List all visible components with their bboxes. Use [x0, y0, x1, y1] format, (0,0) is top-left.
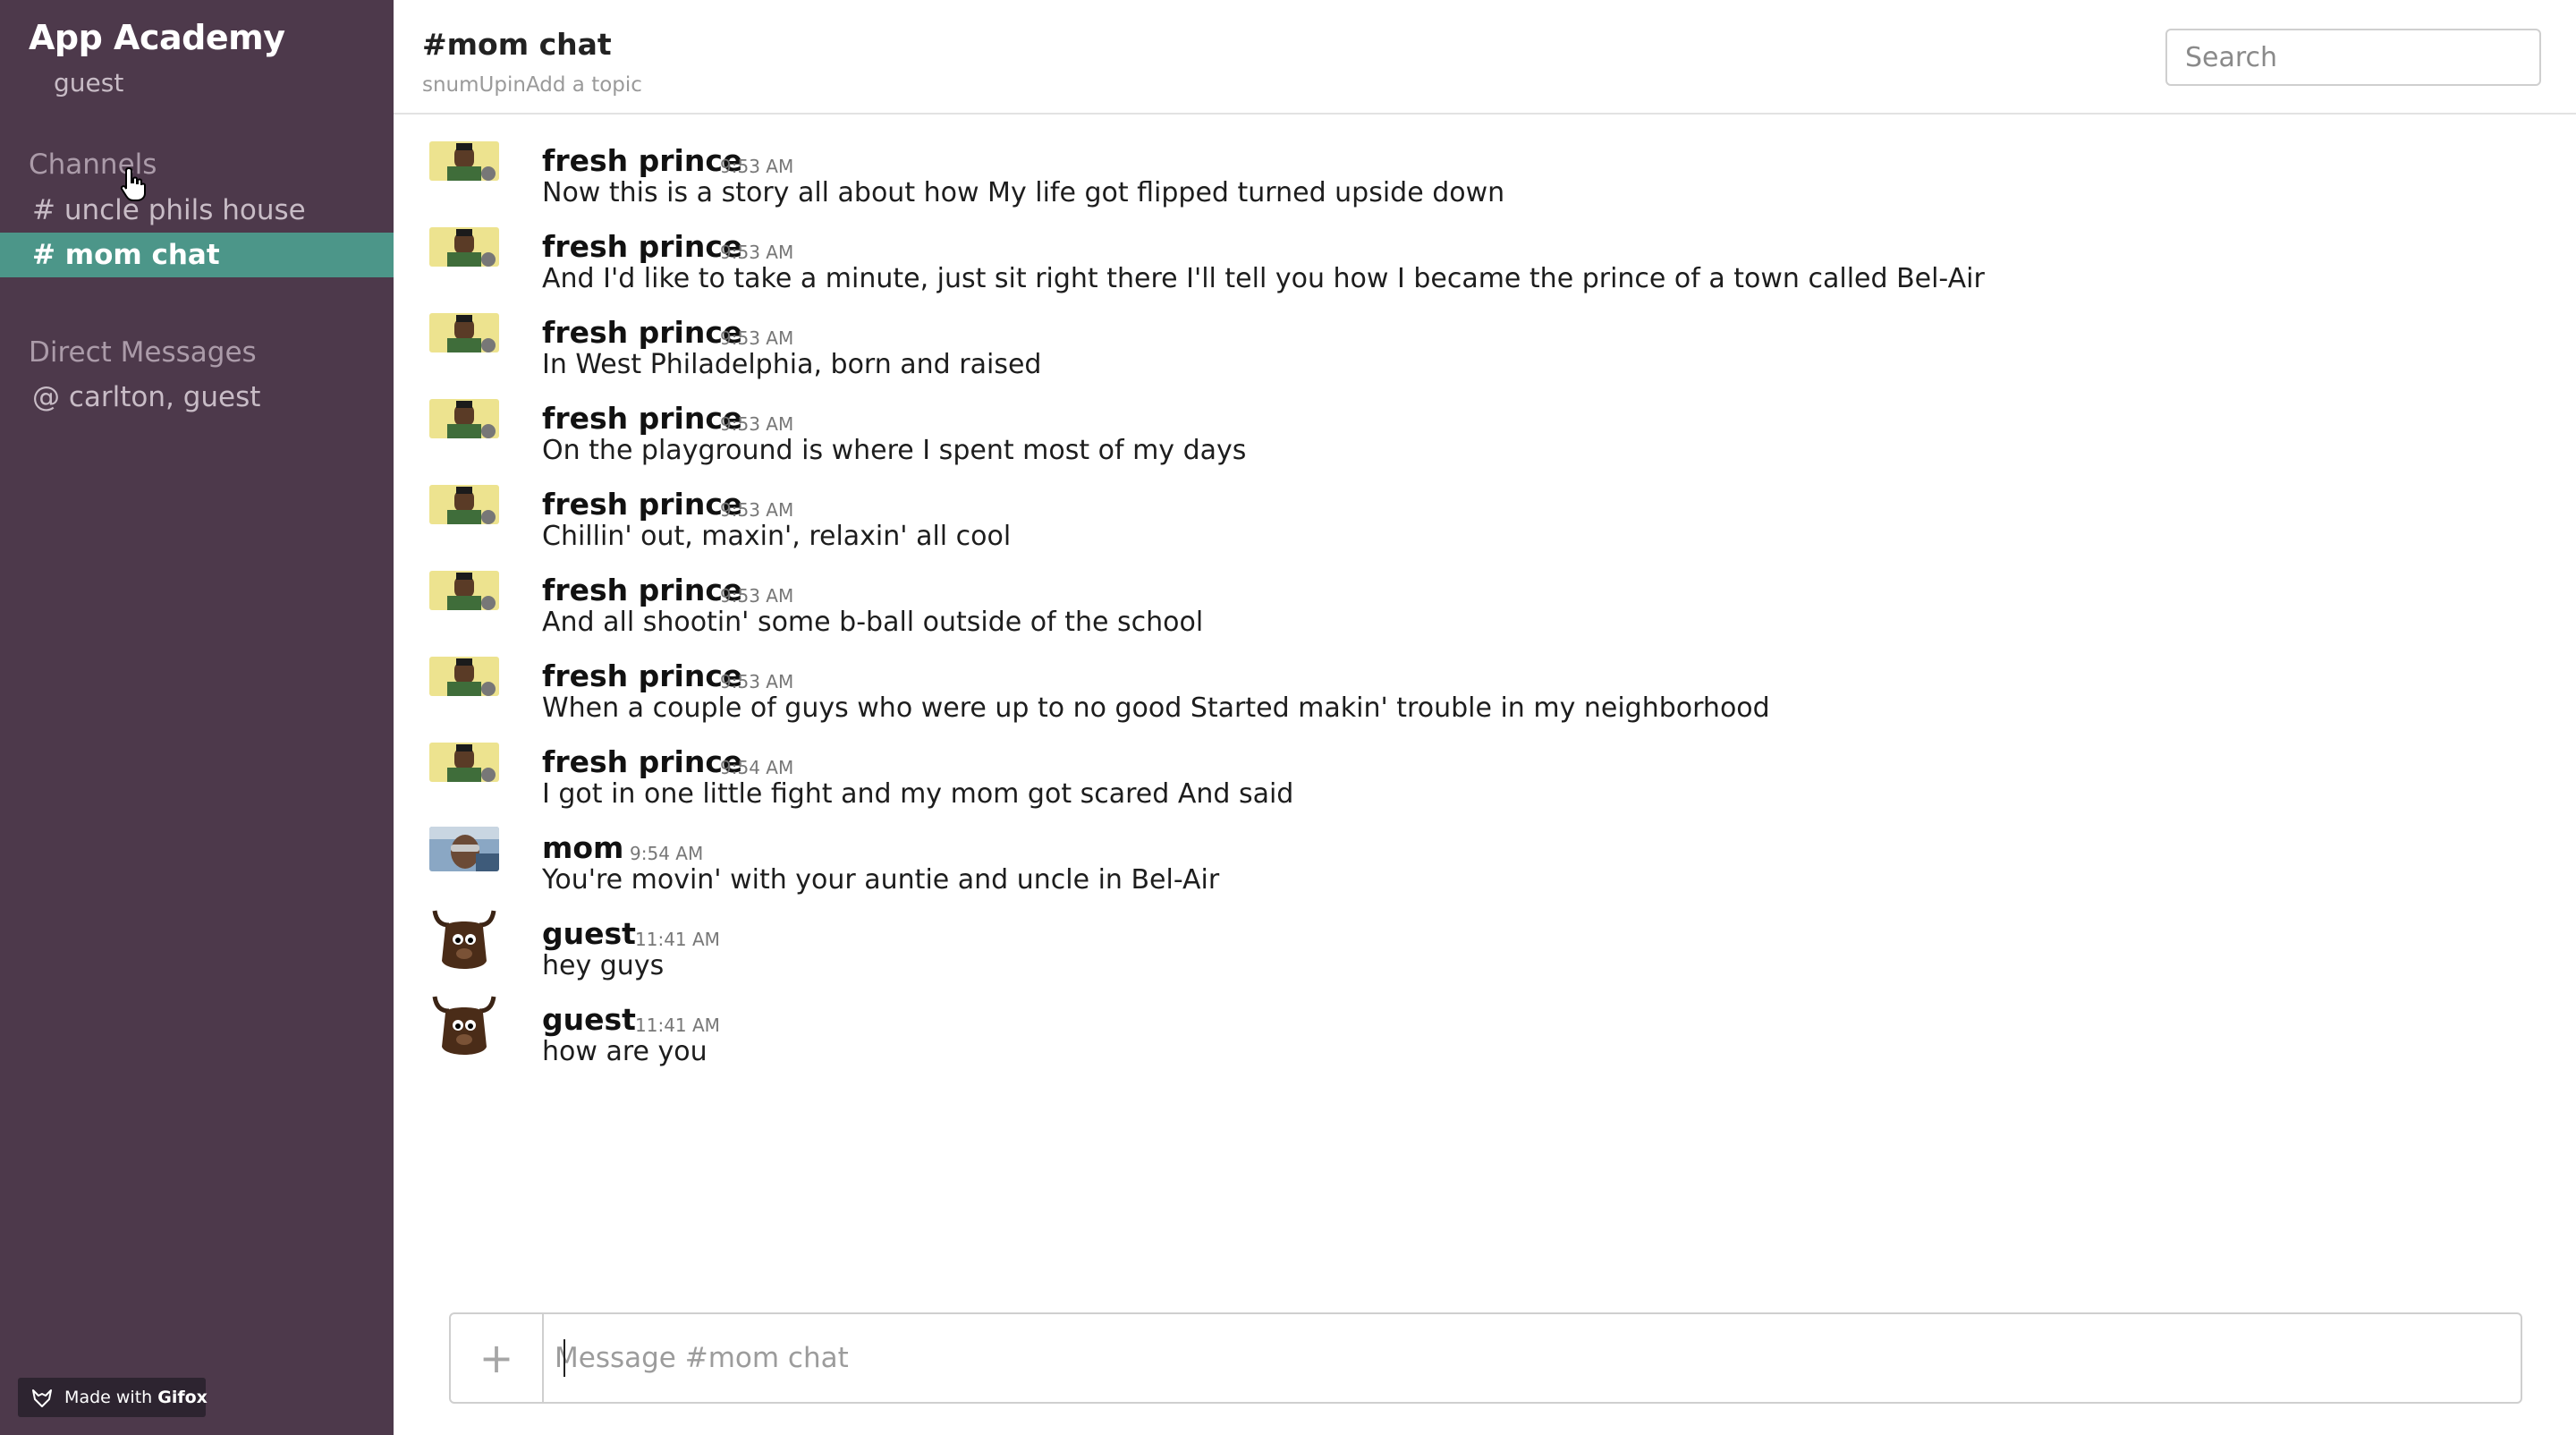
- message-text: And I'd like to take a minute, just sit …: [542, 263, 1985, 294]
- message-author[interactable]: fresh prince: [542, 487, 742, 522]
- message-text: I got in one little fight and my mom got…: [542, 778, 1294, 810]
- yak-avatar: [432, 910, 496, 969]
- sidebar-item-mom-chat[interactable]: # mom chat: [0, 233, 394, 277]
- fresh-prince-avatar: [429, 313, 499, 352]
- message: fresh prince 9:53 AM And I'd like to tak…: [429, 211, 2487, 294]
- message: fresh prince 9:53 AM And all shootin' so…: [429, 555, 2487, 638]
- mom-avatar: [429, 827, 499, 871]
- gifox-badge: Made with Gifox: [18, 1378, 208, 1417]
- message-timestamp[interactable]: 11:41 AM: [635, 929, 720, 950]
- message: fresh prince 9:53 AM When a couple of gu…: [429, 641, 2487, 724]
- direct-messages-heading[interactable]: Direct Messages: [29, 336, 257, 369]
- fox-logo-icon: [32, 1388, 52, 1407]
- message-author[interactable]: fresh prince: [542, 401, 742, 436]
- message-author[interactable]: fresh prince: [542, 573, 742, 607]
- message-text: On the playground is where I spent most …: [542, 435, 1247, 466]
- message-composer: +: [449, 1312, 2522, 1404]
- current-user-name: guest: [54, 68, 124, 98]
- text-caret: [564, 1339, 565, 1377]
- message-timestamp[interactable]: 9:54 AM: [630, 843, 703, 864]
- message-text: And all shootin' some b-ball outside of …: [542, 607, 1204, 638]
- message-timestamp[interactable]: 9:53 AM: [720, 242, 793, 263]
- fresh-prince-avatar: [429, 141, 499, 181]
- message-timestamp[interactable]: 9:54 AM: [720, 757, 793, 778]
- message: fresh prince 9:53 AM Chillin' out, maxin…: [429, 469, 2487, 552]
- fresh-prince-avatar: [429, 227, 499, 267]
- message-timestamp[interactable]: 9:53 AM: [720, 585, 793, 607]
- message-author[interactable]: fresh prince: [542, 744, 742, 779]
- message-author[interactable]: fresh prince: [542, 143, 742, 178]
- message: guest 11:41 AM how are you: [429, 984, 2487, 1067]
- message-author[interactable]: fresh prince: [542, 229, 742, 264]
- message-author[interactable]: fresh prince: [542, 315, 742, 350]
- message: guest 11:41 AM hey guys: [429, 898, 2487, 981]
- team-name[interactable]: App Academy: [29, 18, 285, 57]
- message-text: Chillin' out, maxin', relaxin' all cool: [542, 521, 1012, 552]
- channel-topic[interactable]: snumUpinAdd a topic: [422, 73, 642, 97]
- sidebar: App Academy guest Channels # uncle phils…: [0, 0, 394, 1435]
- fresh-prince-avatar: [429, 743, 499, 782]
- fresh-prince-avatar: [429, 571, 499, 610]
- fresh-prince-avatar: [429, 657, 499, 696]
- gifox-prefix: Made with: [64, 1388, 153, 1407]
- message-timestamp[interactable]: 11:41 AM: [635, 1015, 720, 1036]
- message: mom 9:54 AM You're movin' with your aunt…: [429, 812, 2487, 896]
- message: fresh prince 9:53 AM Now this is a story…: [429, 125, 2487, 208]
- message-author[interactable]: mom: [542, 830, 623, 865]
- sidebar-item-dm-carlton-guest[interactable]: @ carlton, guest: [0, 375, 394, 420]
- message-timestamp[interactable]: 9:53 AM: [720, 327, 793, 349]
- message-timestamp[interactable]: 9:53 AM: [720, 413, 793, 435]
- message: fresh prince 9:53 AM On the playground i…: [429, 383, 2487, 466]
- sidebar-item-uncle-phils-house[interactable]: # uncle phils house: [0, 188, 394, 233]
- search-input[interactable]: [2165, 29, 2541, 86]
- message-text: When a couple of guys who were up to no …: [542, 692, 1770, 724]
- message-timestamp[interactable]: 9:53 AM: [720, 671, 793, 692]
- app: App Academy guest Channels # uncle phils…: [0, 0, 2576, 1435]
- message: fresh prince 9:54 AM I got in one little…: [429, 726, 2487, 810]
- message-text: Now this is a story all about how My lif…: [542, 177, 1505, 208]
- message: fresh prince 9:53 AM In West Philadelphi…: [429, 297, 2487, 380]
- message-text: You're movin' with your auntie and uncle…: [542, 864, 1220, 896]
- message-timestamp[interactable]: 9:53 AM: [720, 499, 793, 521]
- message-text: In West Philadelphia, born and raised: [542, 349, 1042, 380]
- channel-title[interactable]: #mom chat: [422, 27, 612, 62]
- message-author[interactable]: guest: [542, 1002, 636, 1037]
- message-author[interactable]: fresh prince: [542, 658, 742, 693]
- channel-header: #mom chat snumUpinAdd a topic: [394, 0, 2576, 115]
- fresh-prince-avatar: [429, 485, 499, 524]
- gifox-brand: Gifox: [157, 1388, 208, 1407]
- attach-plus-button[interactable]: +: [451, 1314, 544, 1402]
- message-input[interactable]: [555, 1327, 2504, 1389]
- message-list: fresh prince 9:53 AM Now this is a story…: [394, 116, 2576, 1288]
- message-text: hey guys: [542, 950, 665, 981]
- message-author[interactable]: guest: [542, 916, 636, 951]
- message-text: how are you: [542, 1036, 708, 1067]
- hand-cursor-icon: [120, 166, 146, 201]
- yak-avatar: [432, 996, 496, 1055]
- fresh-prince-avatar: [429, 399, 499, 438]
- message-timestamp[interactable]: 9:53 AM: [720, 156, 793, 177]
